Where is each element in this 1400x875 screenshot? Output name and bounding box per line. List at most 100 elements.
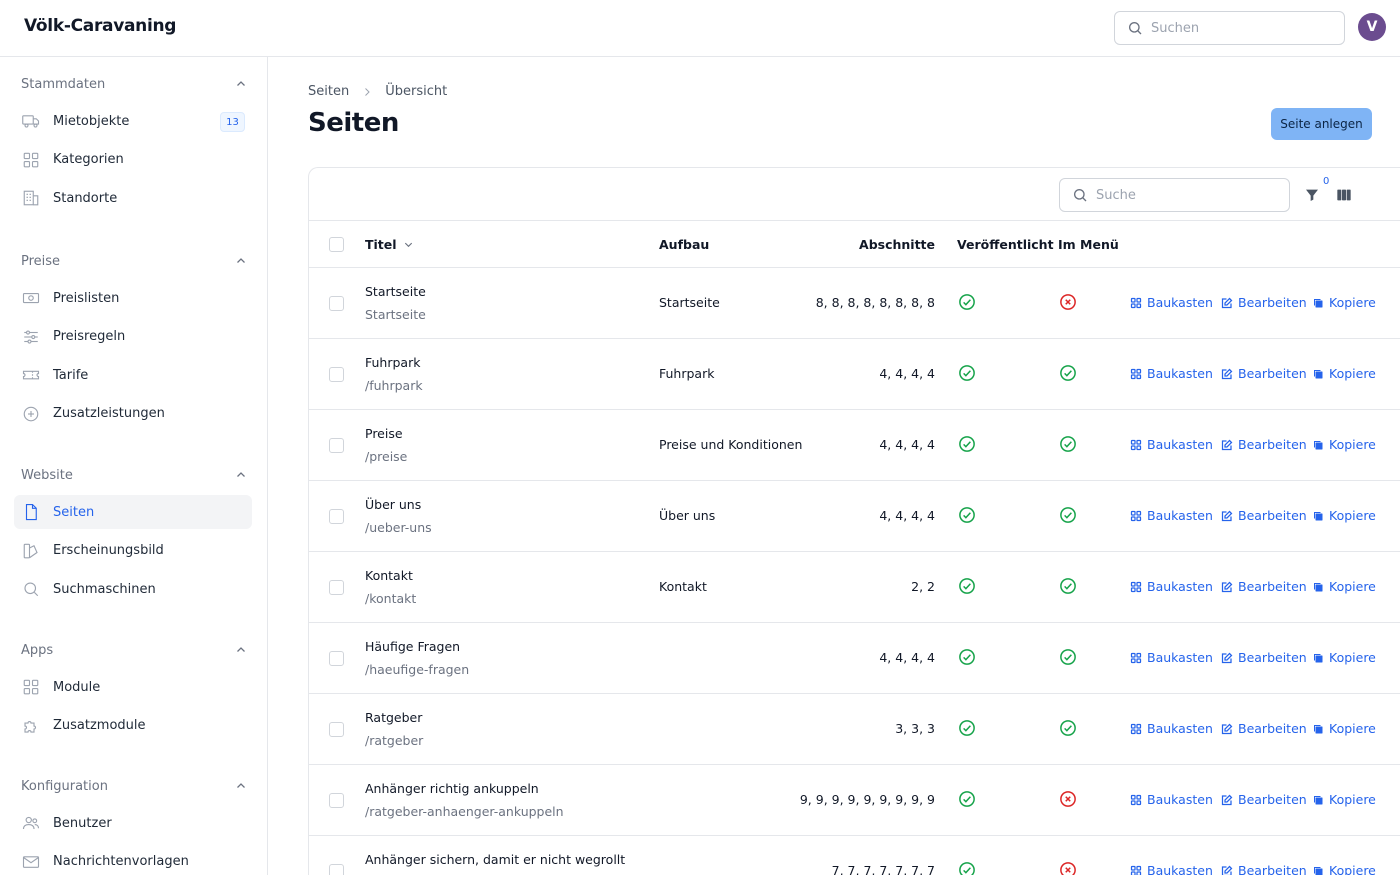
- sidebar-item[interactable]: Kategorien: [14, 143, 252, 177]
- sidebar-item[interactable]: Seiten: [14, 495, 252, 529]
- table-search[interactable]: [1059, 178, 1290, 212]
- create-page-button[interactable]: Seite anlegen: [1271, 108, 1372, 140]
- global-search-input[interactable]: [1151, 20, 1331, 36]
- sidebar-item[interactable]: Erscheinungsbild: [14, 534, 252, 568]
- builder-button[interactable]: Baukasten: [1130, 863, 1213, 875]
- sidebar-item-label: Preislisten: [53, 290, 120, 306]
- sidebar-item[interactable]: Preislisten: [14, 281, 252, 315]
- edit-button[interactable]: Bearbeiten: [1221, 366, 1307, 381]
- edit-button[interactable]: Bearbeiten: [1221, 508, 1307, 523]
- sidebar-item-label: Suchmaschinen: [53, 581, 156, 597]
- user-avatar[interactable]: V: [1358, 13, 1386, 41]
- row-checkbox[interactable]: [329, 509, 344, 524]
- column-published: Veröffentlicht: [957, 237, 1054, 252]
- sidebar-item[interactable]: Preisregeln: [14, 320, 252, 354]
- edit-button[interactable]: Bearbeiten: [1221, 792, 1307, 807]
- copy-button[interactable]: Kopiere: [1312, 437, 1376, 452]
- sidebar-group-0[interactable]: Stammdaten: [21, 74, 247, 94]
- row-checkbox[interactable]: [329, 864, 344, 875]
- page-title-cell[interactable]: Ratgeber: [365, 710, 422, 725]
- sidebar-item[interactable]: Benutzer: [14, 806, 252, 840]
- builder-label: Baukasten: [1147, 437, 1213, 452]
- sidebar-item[interactable]: Mietobjekte 13: [14, 104, 252, 138]
- edit-button[interactable]: Bearbeiten: [1221, 721, 1307, 736]
- magnifier-icon: [22, 580, 40, 598]
- builder-label: Baukasten: [1147, 792, 1213, 807]
- page-slug: /kontakt: [365, 591, 417, 606]
- row-checkbox[interactable]: [329, 580, 344, 595]
- sidebar-item[interactable]: Suchmaschinen: [14, 572, 252, 606]
- copy-label: Kopiere: [1329, 579, 1376, 594]
- sidebar-group-2[interactable]: Website: [21, 465, 247, 485]
- row-checkbox[interactable]: [329, 367, 344, 382]
- page-title-cell[interactable]: Startseite: [365, 284, 426, 299]
- builder-button[interactable]: Baukasten: [1130, 508, 1213, 523]
- row-checkbox[interactable]: [329, 793, 344, 808]
- page-title-cell[interactable]: Häufige Fragen: [365, 639, 460, 654]
- row-checkbox[interactable]: [329, 438, 344, 453]
- columns-icon[interactable]: [1334, 185, 1354, 205]
- page-title-cell[interactable]: Kontakt: [365, 568, 413, 583]
- grid-icon: [22, 151, 40, 169]
- table-row[interactable]: Ratgeber /ratgeber 3, 3, 3 Baukasten Bea…: [309, 694, 1400, 765]
- builder-button[interactable]: Baukasten: [1130, 650, 1213, 665]
- sidebar-item[interactable]: Standorte: [14, 181, 252, 215]
- menu-x-icon: [1059, 861, 1077, 875]
- sidebar-item[interactable]: Tarife: [14, 358, 252, 392]
- sidebar-group-4[interactable]: Konfiguration: [21, 776, 247, 796]
- edit-button[interactable]: Bearbeiten: [1221, 437, 1307, 452]
- column-title-sort[interactable]: Titel: [365, 237, 414, 252]
- page-sections: 8, 8, 8, 8, 8, 8, 8, 8: [815, 295, 935, 310]
- table-row[interactable]: Häufige Fragen /haeufige-fragen 4, 4, 4,…: [309, 623, 1400, 694]
- table-search-input[interactable]: [1096, 187, 1276, 203]
- table-row[interactable]: Preise /preise Preise und Konditionen 4,…: [309, 410, 1400, 481]
- table-row[interactable]: Über uns /ueber-uns Über uns 4, 4, 4, 4 …: [309, 481, 1400, 552]
- sidebar-item[interactable]: Zusatzmodule: [14, 709, 252, 743]
- copy-button[interactable]: Kopiere: [1312, 721, 1376, 736]
- copy-button[interactable]: Kopiere: [1312, 366, 1376, 381]
- page-title-cell[interactable]: Über uns: [365, 497, 421, 512]
- row-checkbox[interactable]: [329, 722, 344, 737]
- sidebar-group-1[interactable]: Preise: [21, 251, 247, 271]
- page-title-cell[interactable]: Preise: [365, 426, 403, 441]
- builder-button[interactable]: Baukasten: [1130, 366, 1213, 381]
- puzzle-icon: [22, 717, 40, 735]
- builder-button[interactable]: Baukasten: [1130, 721, 1213, 736]
- table-row[interactable]: Fuhrpark /fuhrpark Fuhrpark 4, 4, 4, 4 B…: [309, 339, 1400, 410]
- table-row[interactable]: Kontakt /kontakt Kontakt 2, 2 Baukasten …: [309, 552, 1400, 623]
- sidebar-group-3[interactable]: Apps: [21, 640, 247, 660]
- breadcrumb-parent[interactable]: Seiten: [308, 84, 349, 99]
- page-title-cell[interactable]: Anhänger richtig ankuppeln: [365, 781, 539, 796]
- edit-button[interactable]: Bearbeiten: [1221, 650, 1307, 665]
- table-row[interactable]: Anhänger richtig ankuppeln /ratgeber-anh…: [309, 765, 1400, 836]
- sidebar-item[interactable]: Nachrichtenvorlagen: [14, 845, 252, 875]
- page-title-cell[interactable]: Anhänger sichern, damit er nicht wegroll…: [365, 852, 625, 867]
- builder-button[interactable]: Baukasten: [1130, 295, 1213, 310]
- edit-button[interactable]: Bearbeiten: [1221, 579, 1307, 594]
- brand-logo[interactable]: Völk-Caravaning: [24, 16, 176, 36]
- filter-icon[interactable]: [1302, 185, 1322, 205]
- row-checkbox[interactable]: [329, 296, 344, 311]
- page-title-cell[interactable]: Fuhrpark: [365, 355, 420, 370]
- edit-button[interactable]: Bearbeiten: [1221, 295, 1307, 310]
- builder-label: Baukasten: [1147, 295, 1213, 310]
- sidebar-item[interactable]: Module: [14, 670, 252, 704]
- copy-button[interactable]: Kopiere: [1312, 295, 1376, 310]
- copy-button[interactable]: Kopiere: [1312, 579, 1376, 594]
- row-checkbox[interactable]: [329, 651, 344, 666]
- edit-button[interactable]: Bearbeiten: [1221, 863, 1307, 875]
- table-row[interactable]: Startseite Startseite Startseite 8, 8, 8…: [309, 268, 1400, 339]
- copy-button[interactable]: Kopiere: [1312, 508, 1376, 523]
- builder-button[interactable]: Baukasten: [1130, 437, 1213, 452]
- global-search[interactable]: [1114, 11, 1345, 45]
- copy-button[interactable]: Kopiere: [1312, 650, 1376, 665]
- builder-button[interactable]: Baukasten: [1130, 579, 1213, 594]
- builder-button[interactable]: Baukasten: [1130, 792, 1213, 807]
- copy-button[interactable]: Kopiere: [1312, 863, 1376, 875]
- table-row[interactable]: Anhänger sichern, damit er nicht wegroll…: [309, 836, 1400, 875]
- copy-button[interactable]: Kopiere: [1312, 792, 1376, 807]
- edit-label: Bearbeiten: [1238, 792, 1307, 807]
- select-all-checkbox[interactable]: [329, 237, 344, 252]
- copy-icon: [1312, 723, 1324, 735]
- sidebar-item[interactable]: Zusatzleistungen: [14, 397, 252, 431]
